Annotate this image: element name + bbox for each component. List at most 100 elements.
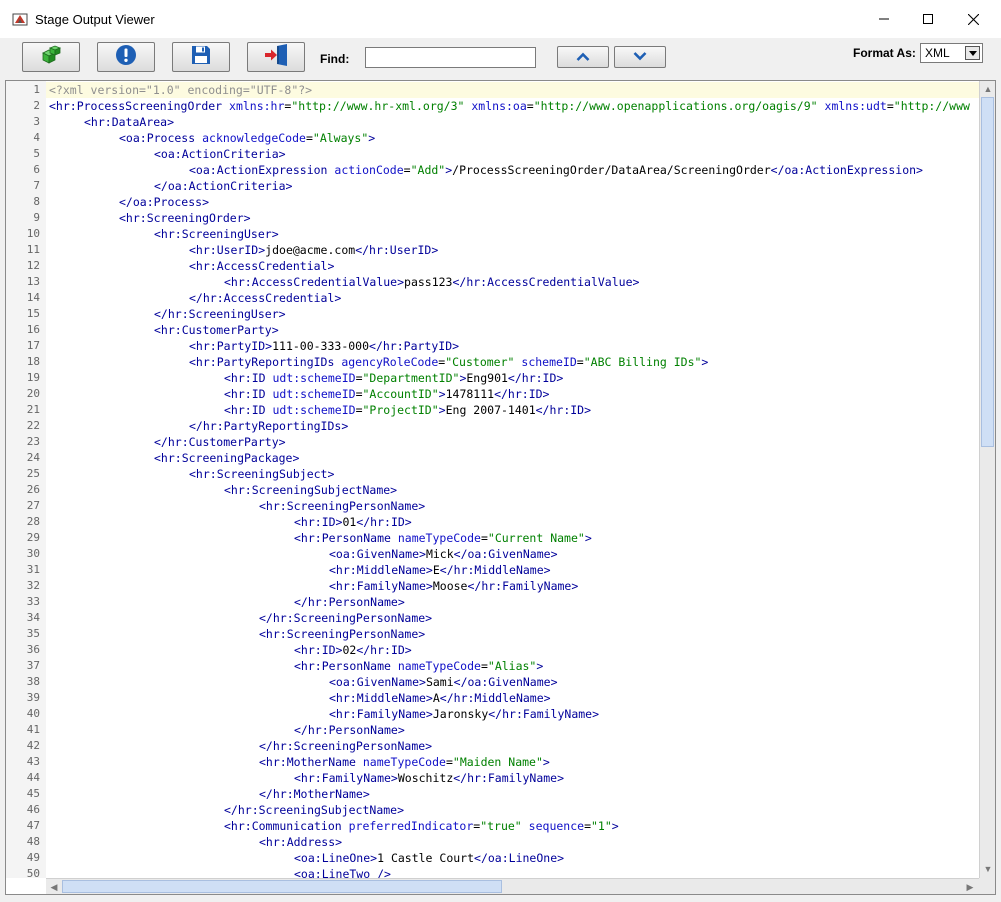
- code-line[interactable]: <oa:GivenName>Mick</oa:GivenName>: [46, 546, 979, 562]
- code-token: <hr:ScreeningPersonName>: [259, 627, 426, 641]
- line-number: 13: [26, 275, 40, 288]
- dropdown-arrow-icon[interactable]: [965, 46, 980, 60]
- code-line[interactable]: <hr:MiddleName>E</hr:MiddleName>: [46, 562, 979, 578]
- xml-editor[interactable]: 1 2 3 4 5 6 7 8 9 10 11 12 13 14 15 16 17 18 19 20 21 22 23 24 2…: [5, 80, 996, 895]
- code-line[interactable]: <hr:FamilyName>Moose</hr:FamilyName>: [46, 578, 979, 594]
- code-token: nameTypeCode: [362, 755, 446, 769]
- find-next-button[interactable]: [614, 46, 666, 68]
- code-token: jdoe@acme.com: [265, 243, 356, 257]
- code-line[interactable]: </hr:PartyReportingIDs>: [46, 418, 979, 434]
- code-line[interactable]: </hr:PersonName>: [46, 594, 979, 610]
- scroll-down-arrow-icon[interactable]: ▼: [981, 862, 995, 876]
- code-line[interactable]: <oa:LineOne>1 Castle Court</oa:LineOne>: [46, 850, 979, 866]
- vertical-scroll-thumb[interactable]: [981, 97, 994, 447]
- code-line[interactable]: <hr:AccessCredential>: [46, 258, 979, 274]
- code-token: </hr:AccessCredentialValue>: [452, 275, 640, 289]
- code-token: >: [542, 755, 550, 769]
- code-line[interactable]: <oa:GivenName>Sami</oa:GivenName>: [46, 674, 979, 690]
- code-line[interactable]: <hr:ScreeningPersonName>: [46, 498, 979, 514]
- vertical-scrollbar[interactable]: ▲ ▼: [979, 81, 995, 878]
- code-line[interactable]: </hr:MotherName>: [46, 786, 979, 802]
- code-line[interactable]: <hr:FamilyName>Jaronsky</hr:FamilyName>: [46, 706, 979, 722]
- exit-door-icon: [263, 43, 289, 71]
- code-line[interactable]: <hr:ProcessScreeningOrder xmlns:hr="http…: [46, 98, 979, 114]
- code-line[interactable]: </hr:ScreeningSubjectName>: [46, 802, 979, 818]
- horizontal-scroll-thumb[interactable]: [62, 880, 502, 893]
- line-number: 34: [26, 611, 40, 624]
- scroll-up-arrow-icon[interactable]: ▲: [981, 82, 995, 96]
- minimize-button[interactable]: [861, 0, 907, 38]
- code-line[interactable]: <hr:FamilyName>Woschitz</hr:FamilyName>: [46, 770, 979, 786]
- code-line[interactable]: <hr:PersonName nameTypeCode="Alias">: [46, 658, 979, 674]
- code-line[interactable]: <oa:ActionCriteria>: [46, 146, 979, 162]
- code-token: </hr:PersonName>: [294, 723, 405, 737]
- code-token: <hr:ScreeningSubjectName>: [224, 483, 398, 497]
- code-line[interactable]: <hr:ScreeningPackage>: [46, 450, 979, 466]
- line-number: 27: [26, 499, 40, 512]
- code-line[interactable]: <oa:ActionExpression actionCode="Add">/P…: [46, 162, 979, 178]
- code-line[interactable]: </hr:ScreeningPersonName>: [46, 738, 979, 754]
- code-line[interactable]: <hr:ID udt:schemeID="AccountID">1478111<…: [46, 386, 979, 402]
- code-token: </oa:GivenName>: [453, 547, 558, 561]
- find-input[interactable]: [365, 47, 536, 68]
- code-line[interactable]: </oa:Process>: [46, 194, 979, 210]
- code-line[interactable]: <hr:ID>01</hr:ID>: [46, 514, 979, 530]
- horizontal-scrollbar[interactable]: ◀ ▶: [46, 878, 979, 894]
- code-line[interactable]: </oa:ActionCriteria>: [46, 178, 979, 194]
- code-line[interactable]: <?xml version="1.0" encoding="UTF-8"?>: [46, 82, 979, 98]
- code-token: "Customer": [445, 355, 515, 369]
- code-line[interactable]: </hr:ScreeningUser>: [46, 306, 979, 322]
- exit-button[interactable]: [247, 42, 305, 72]
- validate-button[interactable]: [22, 42, 80, 72]
- maximize-button[interactable]: [905, 0, 951, 38]
- code-line[interactable]: <hr:UserID>jdoe@acme.com</hr:UserID>: [46, 242, 979, 258]
- code-token: </hr:MotherName>: [259, 787, 370, 801]
- code-line[interactable]: <hr:MotherName nameTypeCode="Maiden Name…: [46, 754, 979, 770]
- format-select[interactable]: XML: [920, 43, 983, 63]
- scroll-left-arrow-icon[interactable]: ◀: [47, 880, 61, 894]
- scroll-right-arrow-icon[interactable]: ▶: [963, 880, 977, 894]
- info-button[interactable]: [97, 42, 155, 72]
- close-button[interactable]: [950, 0, 996, 38]
- code-line[interactable]: <hr:PartyReportingIDs agencyRoleCode = "Cu…: [46, 354, 979, 370]
- line-number: 39: [26, 691, 40, 704]
- code-line[interactable]: <hr:ScreeningSubjectName>: [46, 482, 979, 498]
- scrollbar-corner: [979, 878, 995, 894]
- code-line[interactable]: <oa:Process acknowledgeCode="Always">: [46, 130, 979, 146]
- save-button[interactable]: [172, 42, 230, 72]
- code-line[interactable]: </hr:AccessCredential>: [46, 290, 979, 306]
- line-number: 45: [26, 787, 40, 800]
- code-line[interactable]: <hr:ID udt:schemeID="DepartmentID">Eng90…: [46, 370, 979, 386]
- code-line[interactable]: <hr:Address>: [46, 834, 979, 850]
- find-previous-button[interactable]: [557, 46, 609, 68]
- code-token: >: [536, 659, 544, 673]
- line-number: 40: [26, 707, 40, 720]
- code-token: <hr:AccessCredentialValue>: [224, 275, 405, 289]
- code-token: agencyRoleCode: [341, 355, 439, 369]
- code-line[interactable]: </hr:PersonName>: [46, 722, 979, 738]
- chevron-up-icon: [576, 48, 590, 66]
- code-line[interactable]: <hr:Communication preferredIndicator = "tr…: [46, 818, 979, 834]
- code-line[interactable]: <hr:AccessCredentialValue>pass123</hr:Ac…: [46, 274, 979, 290]
- code-line[interactable]: <oa:LineTwo />: [46, 866, 979, 878]
- code-token: <hr:ScreeningPersonName>: [259, 499, 426, 513]
- code-line[interactable]: <hr:ScreeningPersonName>: [46, 626, 979, 642]
- code-line[interactable]: <hr:CustomerParty>: [46, 322, 979, 338]
- code-line[interactable]: <hr:DataArea>: [46, 114, 979, 130]
- code-token: E: [432, 563, 440, 577]
- code-line[interactable]: <hr:PartyID>111-00-333-000</hr:PartyID>: [46, 338, 979, 354]
- code-token: =: [355, 371, 363, 385]
- code-token: preferredIndicator: [348, 819, 474, 833]
- code-line[interactable]: <hr:PersonName nameTypeCode="Current Nam…: [46, 530, 979, 546]
- code-line[interactable]: <hr:ScreeningUser>: [46, 226, 979, 242]
- code-line[interactable]: <hr:MiddleName>A</hr:MiddleName>: [46, 690, 979, 706]
- code-line[interactable]: </hr:ScreeningPersonName>: [46, 610, 979, 626]
- code-line[interactable]: <hr:ID udt:schemeID="ProjectID">Eng 2007…: [46, 402, 979, 418]
- line-number: 22: [26, 419, 40, 432]
- code-line[interactable]: </hr:CustomerParty>: [46, 434, 979, 450]
- code-area[interactable]: <?xml version="1.0" encoding="UTF-8"?> <h…: [46, 81, 979, 878]
- format-as-label: Format As:: [853, 46, 916, 60]
- code-line[interactable]: <hr:ScreeningSubject>: [46, 466, 979, 482]
- code-line[interactable]: <hr:ID>02</hr:ID>: [46, 642, 979, 658]
- code-line[interactable]: <hr:ScreeningOrder>: [46, 210, 979, 226]
